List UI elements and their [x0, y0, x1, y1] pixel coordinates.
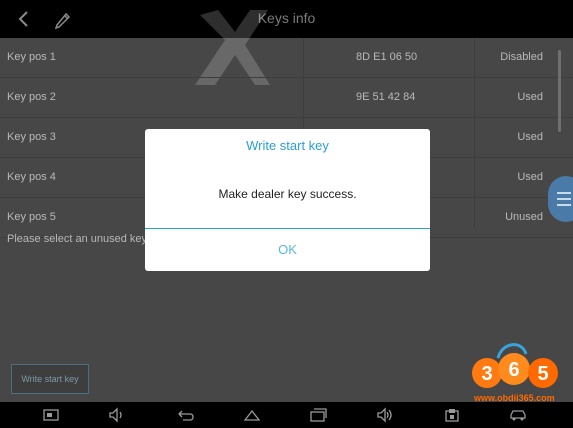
key-status: Disabled	[500, 51, 543, 63]
key-status: Used	[517, 91, 543, 103]
success-dialog: Write start key Make dealer key success.…	[145, 129, 430, 271]
key-status: Used	[517, 131, 543, 143]
key-status: Unused	[505, 211, 543, 223]
back-icon[interactable]	[177, 407, 195, 423]
floating-menu-button[interactable]	[548, 176, 573, 222]
keys-info-screen: Keys info Key pos 1 8D E1 06 50 Disabled…	[0, 0, 573, 428]
volume-down-icon[interactable]	[108, 407, 126, 423]
volume-up-icon[interactable]	[376, 407, 394, 423]
car-icon[interactable]	[509, 407, 527, 423]
key-status: Used	[517, 171, 543, 183]
dialog-title: Write start key	[246, 138, 329, 153]
ok-button[interactable]: OK	[145, 229, 430, 271]
logo-digit: 6	[508, 359, 519, 381]
page-title: Keys info	[257, 10, 316, 26]
write-start-key-button[interactable]: Write start key	[11, 364, 89, 394]
screenshot-icon[interactable]	[42, 407, 60, 423]
recents-icon[interactable]	[309, 407, 327, 423]
vci-icon[interactable]	[443, 407, 461, 423]
key-id: 8D E1 06 50	[356, 51, 418, 63]
key-name: Key pos 4	[7, 171, 56, 183]
key-id: 9E 51 42 84	[356, 91, 416, 103]
home-icon[interactable]	[243, 407, 261, 423]
logo-digit: 3	[481, 363, 492, 385]
key-name: Key pos 2	[7, 91, 56, 103]
logo-digit: 5	[537, 363, 548, 385]
top-bar: Keys info	[0, 0, 573, 38]
scrollbar[interactable]	[558, 50, 561, 132]
key-row[interactable]: Key pos 1 8D E1 06 50 Disabled	[0, 38, 573, 78]
key-name: Key pos 3	[7, 131, 56, 143]
key-name: Key pos 1	[7, 51, 56, 63]
key-row[interactable]: Key pos 2 9E 51 42 84 Used	[0, 78, 573, 118]
key-name: Key pos 5	[7, 211, 56, 223]
select-key-hint: Please select an unused key	[7, 233, 148, 245]
system-navbar	[0, 402, 573, 428]
dialog-message: Make dealer key success.	[218, 187, 357, 201]
